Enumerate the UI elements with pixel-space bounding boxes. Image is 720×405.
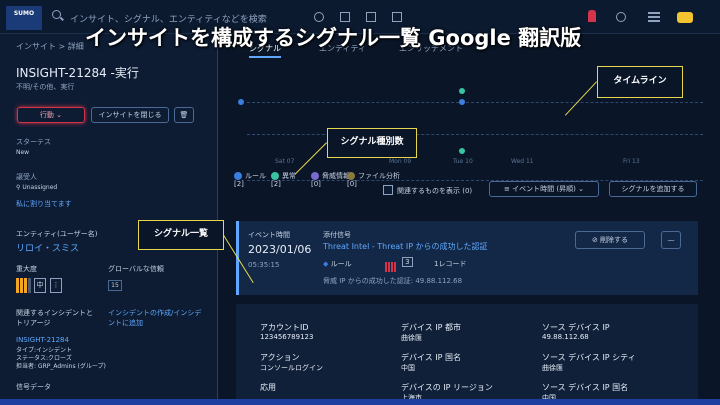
timeline-point[interactable] (459, 148, 465, 154)
add-signal-button[interactable]: シグナルを追加する (609, 181, 697, 197)
detail-value: 中国 (401, 364, 415, 372)
severity-label: 重大度 (16, 265, 37, 273)
event-time-label: イベント時間 (248, 231, 290, 239)
bottom-strip (0, 399, 720, 405)
timeline-point[interactable] (459, 99, 465, 105)
severity-meter (16, 278, 32, 297)
signal-data-label: 信号データ (16, 383, 51, 391)
insight-subtitle: 不明/その他、実行 (16, 83, 75, 91)
close-insight-button[interactable]: インサイトを閉じる (91, 107, 169, 123)
grid-icon[interactable] (340, 12, 350, 22)
detail-label: デバイス IP 国名 (401, 353, 462, 362)
alert-icon[interactable] (588, 10, 596, 22)
signal-type: ◆ ルール (323, 260, 352, 268)
timeline-date: Fri 13 (623, 158, 640, 165)
collapse-icon[interactable]: — (661, 231, 681, 249)
show-related-checkbox[interactable] (383, 185, 393, 195)
incident-ref-owner: 担当者: GRP_Admins (グループ) (16, 363, 106, 370)
signal-title-link[interactable]: Threat Intel - Threat IP からの成功した認証 (323, 241, 488, 252)
delete-icon: ⊘ (591, 236, 598, 244)
timeline-date: Sat 07 (275, 158, 295, 165)
callout-timeline: タイムライン (597, 66, 683, 98)
create-incident-link[interactable]: インシデントの作成/インシデントに追加 (108, 308, 208, 328)
assign-to-me-link[interactable]: 私に割り当てます (16, 199, 72, 209)
slide-banner-title: インサイトを構成するシグナル一覧 Google 翻訳版 (85, 26, 582, 50)
box-icon[interactable] (366, 12, 376, 22)
detail-label: アクション (260, 353, 300, 362)
sumo-logo: SUMO (6, 6, 42, 30)
legend-anomaly[interactable]: 異常 [2] (271, 172, 296, 188)
user-avatar-icon[interactable] (677, 12, 693, 23)
breadcrumb-insight[interactable]: インサイト (16, 42, 56, 51)
global-confidence-value: 15 (108, 280, 122, 291)
filter-icon[interactable] (314, 12, 324, 22)
severity-level[interactable]: 中 (34, 278, 46, 293)
entity-label: エンティティ(ユーザー名) (16, 230, 98, 238)
detail-label: ソース デバイス IP 国名 (542, 383, 629, 392)
trash-icon[interactable]: 🗑 (174, 107, 194, 123)
sort-icon: ≡ (504, 185, 510, 193)
assignee-label: 譲受人 (16, 173, 37, 181)
callout-signal-types: シグナル種別数 (327, 128, 417, 158)
detail-value: 曲徐匯 (542, 364, 563, 372)
menu-icon[interactable] (648, 12, 660, 22)
global-confidence-label: グローバルな信頼 (108, 265, 164, 273)
event-time-sort-button[interactable]: ≡ イベント時間 (昇順) ⌄ (489, 181, 599, 197)
signal-records: 1レコード (434, 260, 467, 268)
incident-ref-id[interactable]: INSIGHT-21284 (16, 336, 69, 344)
more-icon[interactable]: ⋮ (50, 278, 62, 293)
breadcrumb: インサイト > 詳細 (16, 42, 84, 51)
signal-description: 脅威 IP からの成功した認証: 49.88.112.68 (323, 277, 463, 285)
signal-severity-bars: 3 (385, 257, 413, 276)
timeline-date: Tue 10 (453, 158, 473, 165)
chevron-down-icon: ⌄ (56, 111, 63, 119)
detail-label: ソース デバイス IP シティ (542, 353, 636, 362)
detail-value: コンソールログイン (260, 364, 323, 372)
delete-signal-button[interactable]: ⊘ 削除する (575, 231, 645, 249)
detail-label: アカウントID (260, 323, 309, 332)
callout-signal-list: シグナル一覧 (138, 220, 224, 250)
search-icon[interactable] (52, 10, 61, 19)
timeline-point[interactable] (459, 88, 465, 94)
detail-value: 曲徐匯 (401, 334, 422, 342)
entity-value[interactable]: リロイ・スミス (16, 241, 79, 254)
signal-date: 2023/01/06 (248, 243, 312, 256)
legend-threat-intel[interactable]: 脅威情報 [0] (311, 172, 350, 188)
detail-label: デバイス IP 都市 (401, 323, 462, 332)
layers-icon[interactable] (392, 12, 402, 22)
diamond-icon: ◆ (323, 260, 329, 268)
signal-card[interactable]: イベント時間 2023/01/06 05:35:15 添付信号 Threat I… (236, 221, 698, 295)
timeline-point[interactable] (238, 99, 244, 105)
status-value[interactable]: New (16, 149, 29, 156)
status-label: スターテス (16, 138, 51, 146)
related-incidents-label: 関連するインシデントとトリアージ (16, 309, 93, 327)
detail-value: 123456789123 (260, 333, 314, 341)
show-related-label: 関連するものを表示 (0) (397, 187, 473, 195)
action-button[interactable]: 行動 ⌄ (17, 107, 85, 123)
legend-rule[interactable]: ルール [2] (234, 172, 266, 188)
detail-value: 49.88.112.68 (542, 333, 589, 341)
detail-label: ソース デバイス IP (542, 323, 610, 332)
insight-title: INSIGHT-21284 -実行 (16, 66, 139, 80)
timeline-date: Wed 11 (511, 158, 534, 165)
chevron-down-icon: ⌄ (578, 185, 584, 193)
signal-details: アカウントID 123456789123 デバイス IP 都市 曲徐匯 ソース … (236, 304, 698, 405)
signal-title-label: 添付信号 (323, 231, 351, 239)
detail-label: 応用 (260, 383, 276, 392)
signal-time: 05:35:15 (248, 261, 280, 269)
detail-label: デバイスの IP リージョン (401, 383, 493, 392)
user-icon: ⚲ (16, 184, 21, 191)
assignee-value[interactable]: ⚲ Unassigned (16, 184, 57, 191)
help-icon[interactable] (616, 12, 626, 22)
timeline-date: Mon 09 (389, 158, 412, 165)
